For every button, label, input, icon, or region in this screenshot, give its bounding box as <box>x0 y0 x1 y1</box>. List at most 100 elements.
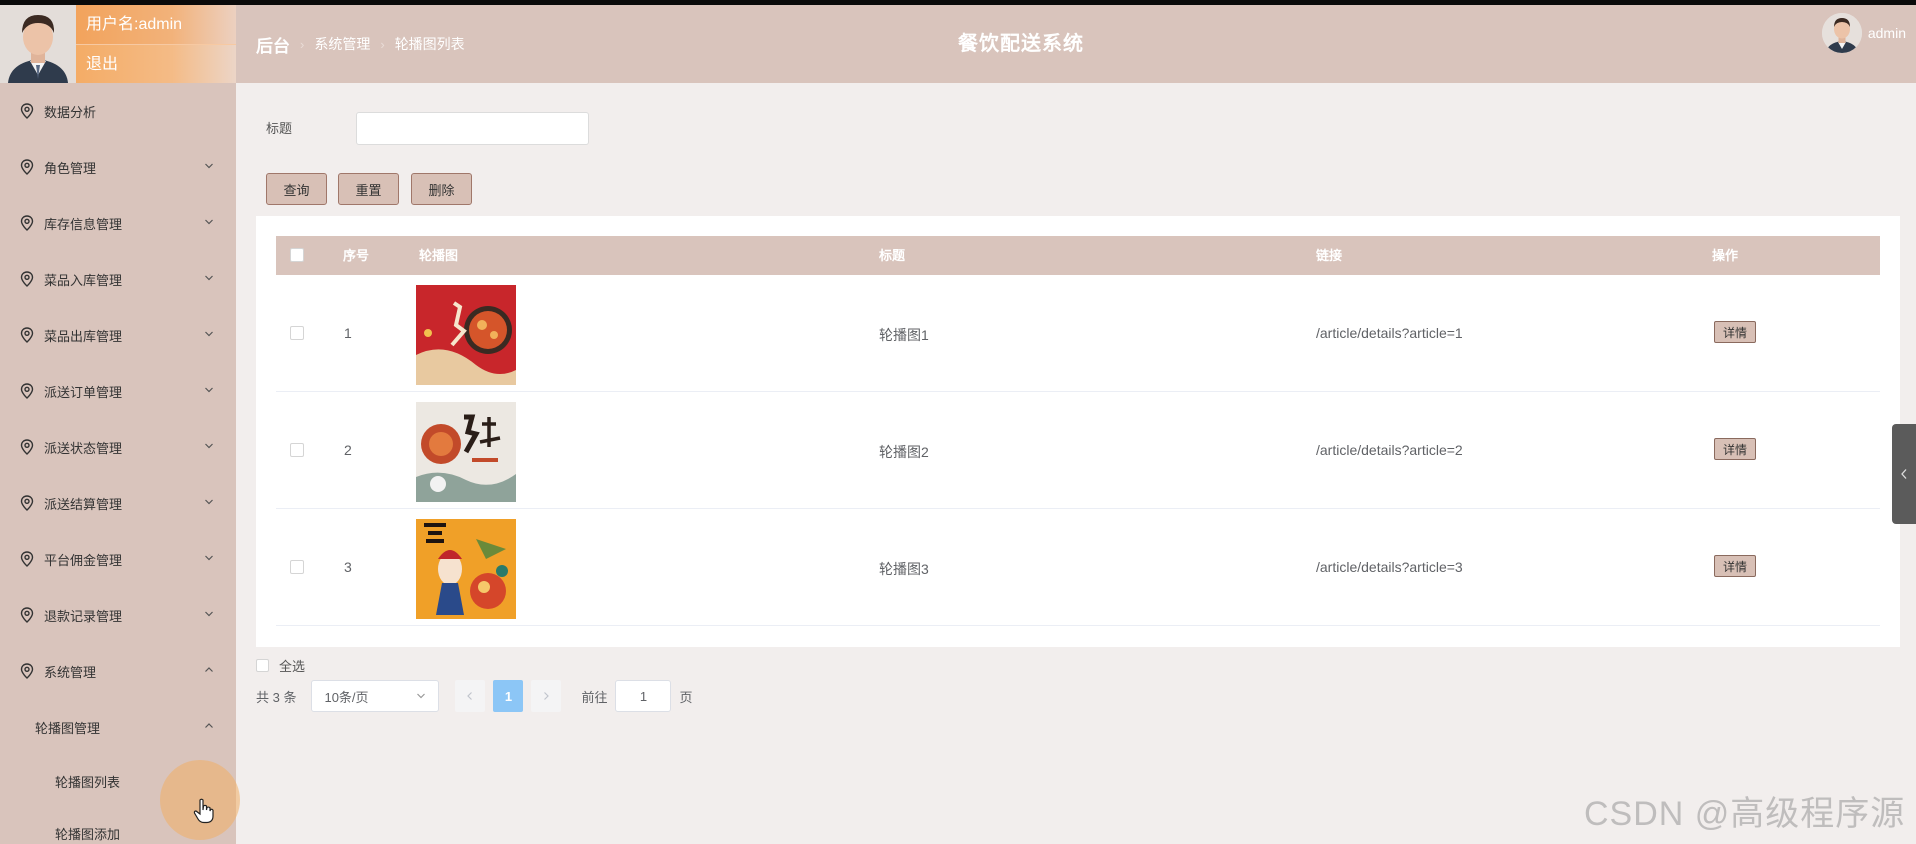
sidebar-menu: 数据分析 角色管理 库存信息管理 菜品入库管理 菜品出库管理 派送订单管理 派送… <box>0 83 236 844</box>
goto-page-input[interactable] <box>615 680 672 712</box>
chevron-down-icon <box>205 387 213 393</box>
table-header: 序号 轮播图 标题 链接 操作 <box>276 236 1880 275</box>
sidebar-item-label: 菜品出库管理 <box>44 328 123 344</box>
sidebar-item-label: 数据分析 <box>44 104 97 120</box>
table-row: 2 轮播图2 /article/details?article=2 详情 <box>276 392 1880 509</box>
prev-page-button[interactable] <box>455 680 486 712</box>
row-title: 轮播图3 <box>879 561 929 577</box>
sidebar-item-label: 退款记录管理 <box>44 608 123 624</box>
sidebar-item-inventory[interactable]: 库存信息管理 <box>0 195 236 251</box>
sidebar-item-role[interactable]: 角色管理 <box>0 139 236 195</box>
row-checkbox[interactable] <box>290 326 304 340</box>
sidebar-item-delivery-status[interactable]: 派送状态管理 <box>0 419 236 475</box>
sidebar-item-stock-in[interactable]: 菜品入库管理 <box>0 251 236 307</box>
location-pin-icon <box>20 439 34 455</box>
row-index: 2 <box>344 442 352 458</box>
sidebar-item-system[interactable]: 系统管理 <box>0 643 236 699</box>
sidebar-item-refunds[interactable]: 退款记录管理 <box>0 587 236 643</box>
chevron-down-icon <box>205 275 213 281</box>
chevron-left-icon <box>467 692 473 700</box>
chevron-up-icon <box>205 723 213 728</box>
page-number-current[interactable]: 1 <box>493 680 524 712</box>
sidebar: 用户名:admin 退出 数据分析 角色管理 库存信息管理 菜品入库管理 菜品出… <box>0 5 236 844</box>
subitem-label: 轮播图列表 <box>55 774 121 790</box>
row-index: 3 <box>344 559 352 575</box>
sidebar-item-label: 平台佣金管理 <box>44 552 123 568</box>
breadcrumb-root[interactable]: 后台 <box>256 32 290 57</box>
breadcrumb-current: 轮播图列表 <box>394 36 465 52</box>
chevron-down-icon <box>205 331 213 337</box>
col-title: 标题 <box>879 248 906 263</box>
search-label: 标题 <box>266 121 293 136</box>
system-title: 餐饮配送系统 <box>958 33 1084 55</box>
user-avatar <box>0 5 76 83</box>
carousel-thumbnail <box>416 285 516 385</box>
goto-label: 前往 <box>581 689 608 705</box>
table-card: 序号 轮播图 标题 链接 操作 1 轮播图1 /article/details?… <box>256 216 1900 647</box>
detail-button[interactable]: 详情 <box>1714 555 1756 577</box>
watermark: CSDN @高级程序源 <box>1584 795 1906 833</box>
sidebar-item-label: 系统管理 <box>44 664 97 680</box>
col-image: 轮播图 <box>419 248 459 263</box>
sidebar-item-delivery-settlement[interactable]: 派送结算管理 <box>0 475 236 531</box>
col-actions: 操作 <box>1712 248 1739 263</box>
chevron-down-icon <box>205 611 213 617</box>
col-index: 序号 <box>343 248 370 263</box>
sidebar-item-data-analysis[interactable]: 数据分析 <box>0 83 236 139</box>
detail-button[interactable]: 详情 <box>1714 438 1756 460</box>
chevron-down-icon <box>205 443 213 449</box>
table-row: 3 轮播图3 /article/details?article=3 详情 <box>276 509 1880 626</box>
next-page-button[interactable] <box>531 680 562 712</box>
reset-button[interactable]: 重置 <box>338 173 399 205</box>
breadcrumb: 后台 › 系统管理 › 轮播图列表 <box>256 5 465 83</box>
sidebar-item-delivery-orders[interactable]: 派送订单管理 <box>0 363 236 419</box>
carousel-thumbnail <box>416 519 516 619</box>
row-link: /article/details?article=2 <box>1316 442 1463 458</box>
chevron-left-icon <box>1901 469 1907 479</box>
row-checkbox[interactable] <box>290 443 304 457</box>
title-search-input[interactable] <box>356 112 589 145</box>
submenu-carousel[interactable]: 轮播图管理 <box>0 699 236 755</box>
location-pin-icon <box>20 551 34 567</box>
subitem-label: 轮播图添加 <box>55 826 121 842</box>
select-all-label: 全选 <box>279 659 306 674</box>
sidebar-item-label: 派送状态管理 <box>44 440 123 456</box>
select-all-footer-checkbox[interactable] <box>256 659 269 672</box>
sidebar-item-stock-out[interactable]: 菜品出库管理 <box>0 307 236 363</box>
breadcrumb-system[interactable]: 系统管理 <box>314 34 370 54</box>
row-link: /article/details?article=1 <box>1316 325 1463 341</box>
user-box: 用户名:admin 退出 <box>0 5 236 83</box>
location-pin-icon <box>20 103 34 119</box>
location-pin-icon <box>20 271 34 287</box>
sidebar-item-label: 菜品入库管理 <box>44 272 123 288</box>
select-all-checkbox[interactable] <box>290 248 304 262</box>
side-drawer-toggle[interactable] <box>1892 424 1916 524</box>
logout-button[interactable]: 退出 <box>76 44 236 83</box>
select-all[interactable]: 全选 <box>256 656 305 675</box>
row-index: 1 <box>344 325 352 341</box>
header-username: admin <box>1867 25 1906 41</box>
page-size-select[interactable]: 10条/页 <box>311 680 440 712</box>
sidebar-item-label: 角色管理 <box>44 160 97 176</box>
table-row: 1 轮播图1 /article/details?article=1 详情 <box>276 275 1880 392</box>
top-header: 后台 › 系统管理 › 轮播图列表 餐饮配送系统 admin <box>236 5 1916 83</box>
chevron-down-icon <box>417 693 426 699</box>
location-pin-icon <box>20 495 34 511</box>
col-link: 链接 <box>1316 248 1343 263</box>
sidebar-item-commission[interactable]: 平台佣金管理 <box>0 531 236 587</box>
chevron-down-icon <box>205 555 213 561</box>
row-checkbox[interactable] <box>290 560 304 574</box>
sidebar-item-label: 派送结算管理 <box>44 496 123 512</box>
query-button[interactable]: 查询 <box>266 173 327 205</box>
header-user[interactable]: admin <box>1821 13 1906 53</box>
carousel-thumbnail <box>416 402 516 502</box>
detail-button[interactable]: 详情 <box>1714 321 1756 343</box>
location-pin-icon <box>20 159 34 175</box>
row-title: 轮播图1 <box>879 327 929 343</box>
location-pin-icon <box>20 663 34 679</box>
location-pin-icon <box>20 215 34 231</box>
chevron-up-icon <box>205 667 213 672</box>
delete-button[interactable]: 删除 <box>411 173 472 205</box>
sidebar-item-label: 派送订单管理 <box>44 384 123 400</box>
breadcrumb-separator-icon: › <box>380 36 385 52</box>
